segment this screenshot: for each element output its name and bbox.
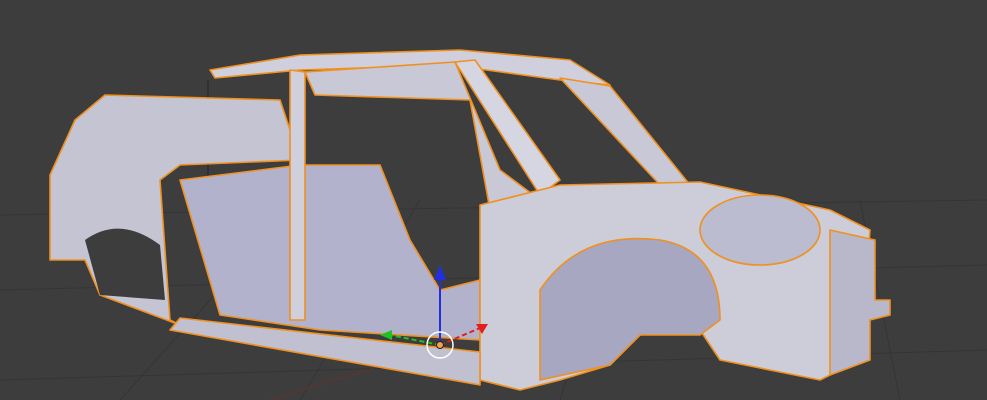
3d-viewport[interactable] bbox=[0, 0, 987, 400]
viewport-canvas[interactable] bbox=[0, 0, 987, 400]
car-body-mesh[interactable] bbox=[49, 49, 891, 391]
